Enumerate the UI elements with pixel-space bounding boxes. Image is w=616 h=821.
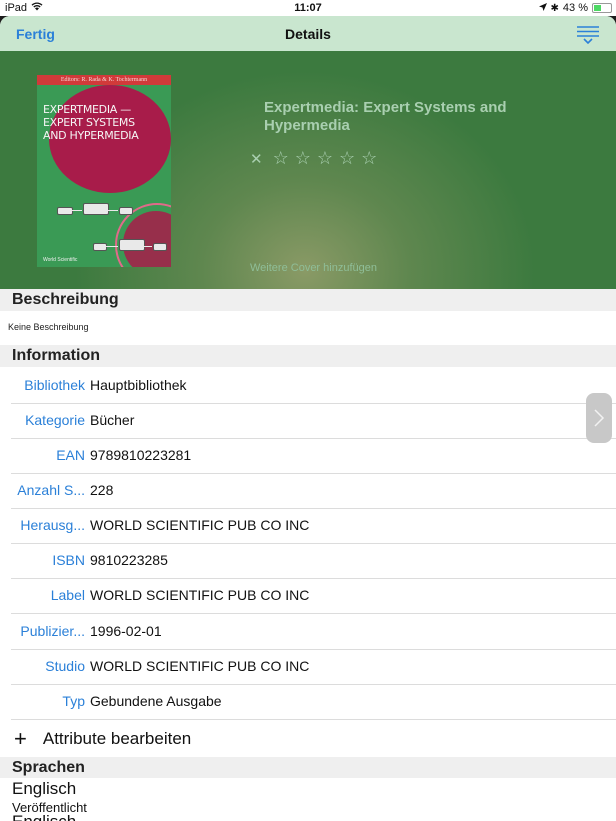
description-text: Keine Beschreibung: [8, 322, 89, 332]
status-bar: iPad 11:07 ✱ 43 %: [0, 0, 616, 16]
filter-lines-icon[interactable]: [576, 24, 600, 45]
cover-title-line: AND HYPERMEDIA: [43, 129, 139, 142]
info-value: 9789810223281: [90, 447, 192, 463]
star-icon[interactable]: ☆: [317, 148, 333, 169]
info-row[interactable]: Bibliothek Hauptbibliothek: [11, 368, 616, 404]
info-row[interactable]: Herausg... WORLD SCIENTIFIC PUB CO INC: [11, 508, 616, 544]
status-time: 11:07: [294, 2, 322, 14]
info-key: Label: [50, 587, 85, 603]
info-row[interactable]: Typ Gebundene Ausgabe: [11, 684, 616, 720]
page-title: Details: [285, 26, 331, 42]
cover-title-line: EXPERT SYSTEMS: [43, 116, 135, 129]
section-title: Sprachen: [12, 759, 85, 776]
section-title: Information: [12, 347, 100, 364]
info-key: Anzahl S...: [17, 482, 85, 498]
star-icon[interactable]: ☆: [339, 148, 355, 169]
info-row[interactable]: Publizier... 1996-02-01: [11, 614, 616, 650]
info-key: Studio: [45, 658, 85, 674]
edit-attributes-button[interactable]: + Attribute bearbeiten: [14, 727, 191, 751]
info-row[interactable]: EAN 9789810223281: [11, 438, 616, 474]
navigation-bar: Fertig Details: [0, 16, 616, 52]
info-value: WORLD SCIENTIFIC PUB CO INC: [90, 658, 310, 674]
language-primary: Englisch: [12, 779, 77, 798]
cover-title: EXPERTMEDIA — EXPERT SYSTEMS AND HYPERME…: [43, 103, 167, 142]
section-title: Beschreibung: [12, 291, 119, 308]
info-key: Kategorie: [25, 412, 85, 428]
battery-icon: [592, 3, 612, 13]
information-header: Information: [0, 345, 616, 367]
info-key: Herausg...: [20, 517, 85, 533]
edit-attributes-label: Attribute bearbeiten: [42, 729, 192, 748]
info-value: Gebundene Ausgabe: [90, 693, 222, 709]
battery-percent: 43 %: [562, 2, 588, 14]
bluetooth-icon: ✱: [550, 2, 559, 14]
info-value: WORLD SCIENTIFIC PUB CO INC: [90, 517, 310, 533]
info-row[interactable]: Label WORLD SCIENTIFIC PUB CO INC: [11, 578, 616, 614]
star-icon[interactable]: ☆: [273, 148, 289, 169]
info-value: 1996-02-01: [90, 623, 162, 639]
cover-diagram-box: [153, 243, 167, 251]
cover-title-line: EXPERTMEDIA —: [43, 103, 131, 116]
cover-publisher: World Scientific: [43, 257, 78, 263]
cover-diagram-box: [119, 207, 133, 215]
cover-diagram-box: [83, 203, 109, 215]
cover-diagram-line: [144, 246, 152, 247]
cover-editors: Editors: R. Rada & K. Tochtermann: [37, 75, 171, 85]
info-value: 9810223285: [90, 552, 168, 568]
book-title: Expertmedia: Expert Systems and Hypermed…: [264, 99, 507, 134]
info-key: EAN: [56, 447, 85, 463]
info-row[interactable]: Studio WORLD SCIENTIFIC PUB CO INC: [11, 649, 616, 685]
description-header: Beschreibung: [0, 289, 616, 311]
language-published-value: Englisch: [12, 812, 76, 821]
add-covers-link[interactable]: Weitere Cover hinzufügen: [250, 262, 377, 274]
cover-diagram-box: [57, 207, 73, 215]
cover-diagram-line: [108, 210, 118, 211]
star-icon[interactable]: ☆: [295, 148, 311, 169]
close-icon[interactable]: ✕: [250, 150, 263, 168]
info-row[interactable]: ISBN 9810223285: [11, 543, 616, 579]
location-arrow-icon: [538, 2, 547, 14]
cover-diagram-line: [72, 210, 82, 211]
rating-control: ✕ ☆ ☆ ☆ ☆ ☆: [250, 148, 377, 169]
cover-diagram-box: [93, 243, 107, 251]
status-right: ✱ 43 %: [538, 2, 612, 14]
details-sheet: Fertig Details Editors: R. Rada & K. Toc…: [0, 16, 616, 821]
info-key: ISBN: [52, 552, 85, 568]
chevron-right-icon[interactable]: [586, 393, 612, 443]
cover-diagram-box: [119, 239, 145, 251]
info-value: Bücher: [90, 412, 135, 428]
plus-icon: +: [14, 726, 27, 751]
info-key: Typ: [62, 693, 85, 709]
info-key: Bibliothek: [24, 377, 85, 393]
languages-header: Sprachen: [0, 757, 616, 778]
cover-diagram-line: [106, 246, 118, 247]
info-value: 228: [90, 482, 114, 498]
info-key: Publizier...: [20, 623, 85, 639]
info-row[interactable]: Anzahl S... 228: [11, 473, 616, 509]
info-value: WORLD SCIENTIFIC PUB CO INC: [90, 587, 310, 603]
info-row[interactable]: Kategorie Bücher: [11, 403, 616, 439]
star-icon[interactable]: ☆: [361, 148, 377, 169]
book-cover[interactable]: Editors: R. Rada & K. Tochtermann EXPERT…: [37, 75, 171, 267]
info-value: Hauptbibliothek: [90, 377, 187, 393]
book-header: Editors: R. Rada & K. Tochtermann EXPERT…: [0, 51, 616, 289]
